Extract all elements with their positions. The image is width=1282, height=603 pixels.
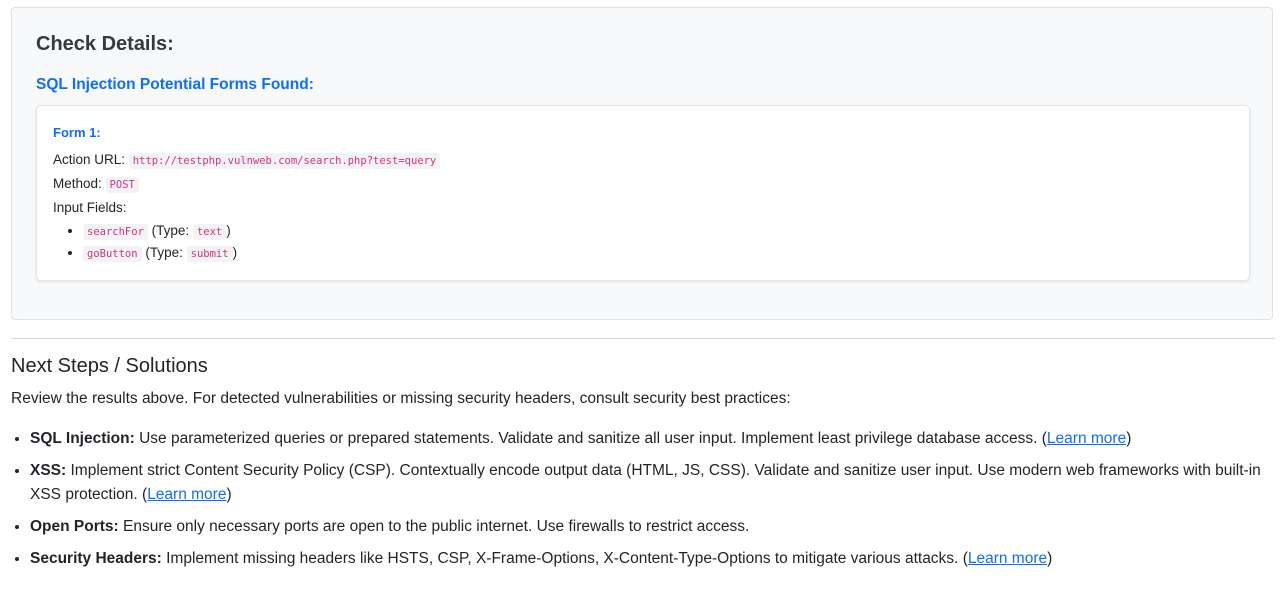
solution-term: Security Headers:: [30, 550, 162, 567]
page: Check Details: SQL Injection Potential F…: [0, 0, 1282, 603]
field-type: text: [192, 224, 227, 240]
method-label: Method:: [53, 176, 102, 191]
learn-more-link-security-headers[interactable]: Learn more: [968, 550, 1047, 567]
field-type-prefix: (Type:: [145, 245, 183, 260]
solution-open-ports: Open Ports: Ensure only necessary ports …: [30, 515, 1275, 539]
field-name: searchFor: [83, 224, 148, 240]
field-name: goButton: [83, 246, 142, 262]
solution-term: XSS:: [30, 462, 67, 479]
next-steps-title: Next Steps / Solutions: [11, 355, 208, 377]
action-url-value: http://testphp.vulnweb.com/search.php?te…: [128, 153, 441, 169]
sqli-forms-heading: SQL Injection Potential Forms Found:: [36, 76, 314, 93]
check-details-panel: Check Details: SQL Injection Potential F…: [11, 7, 1273, 320]
solution-text: Ensure only necessary ports are open to …: [123, 518, 750, 535]
solution-term: Open Ports:: [30, 518, 119, 535]
field-type: submit: [186, 246, 233, 262]
section-divider: [11, 338, 1275, 339]
method-value: POST: [105, 177, 139, 193]
next-steps-intro: Review the results above. For detected v…: [11, 390, 791, 407]
link-close-paren: ): [1126, 430, 1132, 447]
form-card: Form 1: Action URL: http://testphp.vulnw…: [36, 105, 1250, 281]
field-type-suffix: ): [232, 245, 238, 260]
solutions-list: SQL Injection: Use parameterized queries…: [11, 427, 1275, 579]
solution-xss: XSS: Implement strict Content Security P…: [30, 459, 1275, 507]
action-url-row: Action URL: http://testphp.vulnweb.com/s…: [53, 152, 441, 169]
field-type-suffix: ): [226, 223, 231, 238]
link-close-paren: ): [1047, 550, 1053, 567]
input-fields-label: Input Fields:: [53, 200, 127, 215]
solution-security-headers: Security Headers: Implement missing head…: [30, 547, 1275, 571]
input-field-item: goButton (Type: submit): [83, 244, 237, 266]
input-field-item: searchFor (Type: text): [83, 222, 237, 244]
learn-more-link-xss[interactable]: Learn more: [147, 486, 226, 503]
field-type-prefix: (Type:: [151, 223, 190, 238]
check-details-title: Check Details:: [36, 33, 174, 55]
action-url-label: Action URL:: [53, 152, 126, 167]
form-title: Form 1:: [53, 125, 101, 140]
learn-more-link-sql-injection[interactable]: Learn more: [1047, 430, 1126, 447]
input-field-list: searchFor (Type: text) goButton (Type: s…: [53, 222, 237, 266]
solution-text: Use parameterized queries or prepared st…: [139, 430, 1038, 447]
solution-sql-injection: SQL Injection: Use parameterized queries…: [30, 427, 1275, 451]
link-close-paren: ): [226, 486, 232, 503]
solution-term: SQL Injection:: [30, 430, 135, 447]
method-row: Method: POST: [53, 176, 139, 193]
solution-text: Implement missing headers like HSTS, CSP…: [166, 550, 959, 567]
